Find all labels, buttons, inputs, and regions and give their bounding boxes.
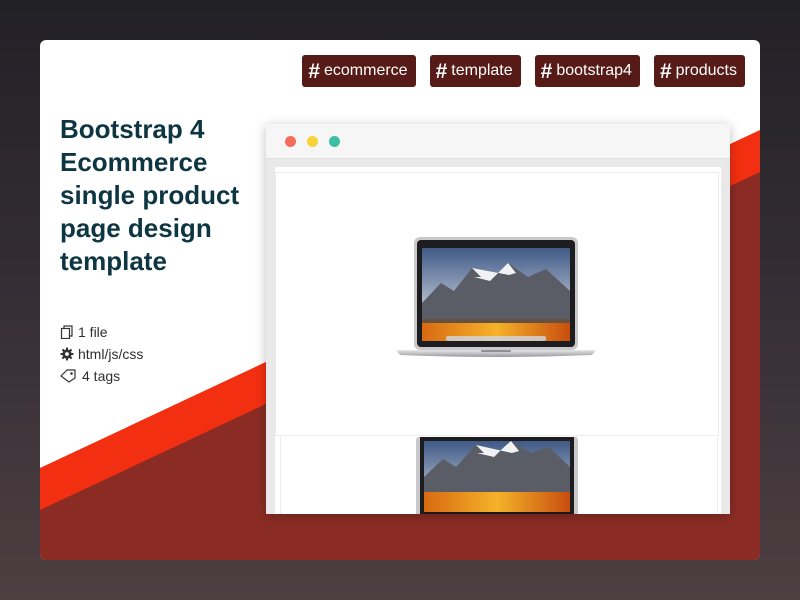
tag-bootstrap4[interactable]: # bootstrap4 <box>534 55 640 87</box>
hash-icon: # <box>659 59 672 83</box>
tag-label: bootstrap4 <box>556 62 632 79</box>
tag-label: products <box>675 62 737 79</box>
browser-preview[interactable] <box>266 124 730 514</box>
tag-label: ecommerce <box>324 62 408 79</box>
tag-products[interactable]: # products <box>653 55 745 87</box>
hash-icon: # <box>308 59 320 83</box>
preview-viewport <box>275 167 721 514</box>
meta-tech-text: html/js/css <box>78 346 144 362</box>
files-icon <box>60 325 73 339</box>
tag-template[interactable]: # template <box>429 55 521 87</box>
meta-files-text: 1 file <box>78 324 108 340</box>
window-minimize-dot <box>307 136 318 147</box>
meta-tags-text: 4 tags <box>82 368 121 384</box>
tag-ecommerce[interactable]: # ecommerce <box>302 55 416 87</box>
window-close-dot <box>285 136 296 147</box>
product-image-main[interactable] <box>275 172 719 436</box>
product-image-secondary[interactable] <box>280 435 718 514</box>
window-maximize-dot <box>329 136 340 147</box>
template-meta: 1 file html/js/css 4 tags <box>60 321 143 387</box>
page-title[interactable]: Bootstrap 4 Ecommerce single product pag… <box>60 113 260 278</box>
meta-tech: html/js/css <box>60 343 143 365</box>
laptop-image <box>396 237 596 357</box>
tag-list: # ecommerce # template # bootstrap4 # pr… <box>302 55 745 87</box>
gear-icon <box>60 347 74 361</box>
tag-label: template <box>451 62 513 79</box>
laptop-image-secondary <box>416 435 578 514</box>
hash-icon: # <box>540 59 553 83</box>
hash-icon: # <box>435 59 448 83</box>
browser-toolbar <box>266 124 730 159</box>
tags-icon <box>60 369 76 383</box>
template-card[interactable]: # ecommerce # template # bootstrap4 # pr… <box>40 40 760 560</box>
meta-tags: 4 tags <box>60 365 143 387</box>
meta-files: 1 file <box>60 321 143 343</box>
